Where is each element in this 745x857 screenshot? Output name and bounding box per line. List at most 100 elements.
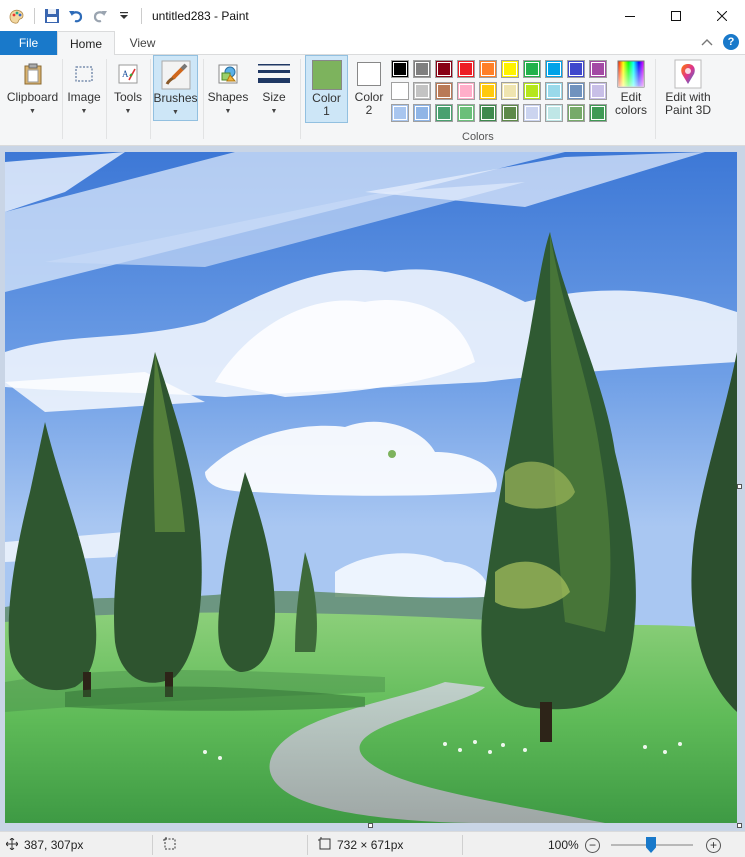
close-button[interactable] [699,0,745,31]
size-button[interactable]: Size ▼ [254,55,294,121]
palette-swatch[interactable] [391,104,409,122]
selection-size-icon [163,836,177,854]
zoom-out-button[interactable]: − [585,837,600,853]
palette-swatch[interactable] [545,60,563,78]
paint3d-label-2: Paint 3D [664,103,712,117]
landscape-painting [5,152,737,823]
palette-swatch[interactable] [545,82,563,100]
palette-swatch[interactable] [413,60,431,78]
ribbon-tabs: File Home View ? [0,31,745,56]
zoom-level: 100% [548,838,579,852]
palette-swatch[interactable] [589,104,607,122]
palette-swatch[interactable] [545,104,563,122]
paint3d-icon [672,57,704,91]
brushes-button[interactable]: Brushes ▼ [153,55,198,121]
window-title: untitled283 - Paint [152,8,249,23]
tab-view[interactable]: View [115,31,170,55]
redo-icon[interactable] [89,5,111,27]
palette-swatch[interactable] [391,60,409,78]
edit-colors-button[interactable]: Edit colors [611,55,651,121]
cursor-position-icon [5,837,19,853]
canvas-workspace [0,146,745,831]
image-button[interactable]: Image ▼ [64,55,104,121]
palette-swatch[interactable] [435,60,453,78]
select-icon [68,57,100,91]
customize-quick-access-icon[interactable] [113,5,135,27]
palette-swatch[interactable] [567,82,585,100]
palette-swatch[interactable] [589,60,607,78]
brushes-label: Brushes [153,91,198,105]
edit-colors-label-2: colors [614,103,647,117]
image-label: Image [67,90,101,104]
clipboard-icon [17,57,49,91]
palette-swatch[interactable] [501,104,519,122]
cursor-position: 387, 307px [24,838,84,852]
palette-swatch[interactable] [457,104,475,122]
palette-swatch[interactable] [567,60,585,78]
tools-label: Tools [113,90,142,104]
ribbon: Clipboard ▼ Image ▼ A Tools ▼ Brushes ▼ … [0,55,745,146]
drawing-canvas[interactable] [5,152,737,823]
tab-home[interactable]: Home [57,31,115,56]
palette-swatch[interactable] [413,82,431,100]
resize-handle-bottom[interactable] [368,823,373,828]
size-label: Size [262,90,286,104]
palette-swatch[interactable] [479,60,497,78]
image-size-icon [318,836,332,854]
clipboard-button[interactable]: Clipboard ▼ [5,55,60,121]
minimize-button[interactable] [607,0,653,31]
resize-handle-right[interactable] [737,484,742,489]
shapes-button[interactable]: Shapes ▼ [206,55,250,121]
palette-swatch[interactable] [457,60,475,78]
chevron-down-icon: ▼ [80,108,88,115]
chevron-down-icon: ▼ [29,108,36,115]
palette-swatch[interactable] [501,82,519,100]
chevron-down-icon: ▼ [124,108,132,115]
maximize-button[interactable] [653,0,699,31]
title-bar: untitled283 - Paint [0,0,745,31]
palette-swatch[interactable] [523,104,541,122]
chevron-down-icon: ▼ [224,108,232,115]
color1-button[interactable]: Color 1 [305,55,348,123]
color2-swatch [357,62,381,86]
clipboard-label: Clipboard [6,90,59,104]
palette-swatch[interactable] [413,104,431,122]
brush-icon [160,58,192,92]
shapes-label: Shapes [207,90,249,104]
shapes-icon [212,57,244,91]
svg-text:A: A [122,69,129,79]
color-spectrum-icon [615,57,647,91]
chevron-down-icon: ▼ [270,108,278,115]
palette-swatch[interactable] [523,82,541,100]
palette-swatch[interactable] [457,82,475,100]
status-bar: 387, 307px 732 × 671px 100% − + [0,831,745,857]
color1-number: 1 [323,104,330,118]
color1-swatch [311,60,342,90]
help-icon[interactable]: ? [723,34,739,50]
paint-app-icon[interactable] [6,5,28,27]
collapse-ribbon-icon[interactable] [701,35,713,49]
image-size: 732 × 671px [337,838,404,852]
chevron-down-icon: ▼ [172,109,179,116]
palette-swatch[interactable] [435,104,453,122]
tools-icon: A [112,57,144,91]
zoom-in-button[interactable]: + [706,837,721,853]
color2-button[interactable]: Color 2 [350,55,388,121]
palette-swatch[interactable] [435,82,453,100]
zoom-slider-thumb[interactable] [646,837,656,853]
palette-swatch[interactable] [589,82,607,100]
palette-swatch[interactable] [479,104,497,122]
save-icon[interactable] [41,5,63,27]
tab-file[interactable]: File [0,31,57,55]
palette-swatch[interactable] [391,82,409,100]
edit-with-paint3d-button[interactable]: Edit with Paint 3D [661,55,715,121]
palette-swatch[interactable] [501,60,519,78]
palette-swatch[interactable] [567,104,585,122]
palette-swatch[interactable] [479,82,497,100]
undo-icon[interactable] [65,5,87,27]
tools-button[interactable]: A Tools ▼ [108,55,148,121]
color-palette [391,60,611,128]
resize-handle-corner[interactable] [737,823,742,828]
palette-swatch[interactable] [523,60,541,78]
color2-number: 2 [365,103,373,117]
